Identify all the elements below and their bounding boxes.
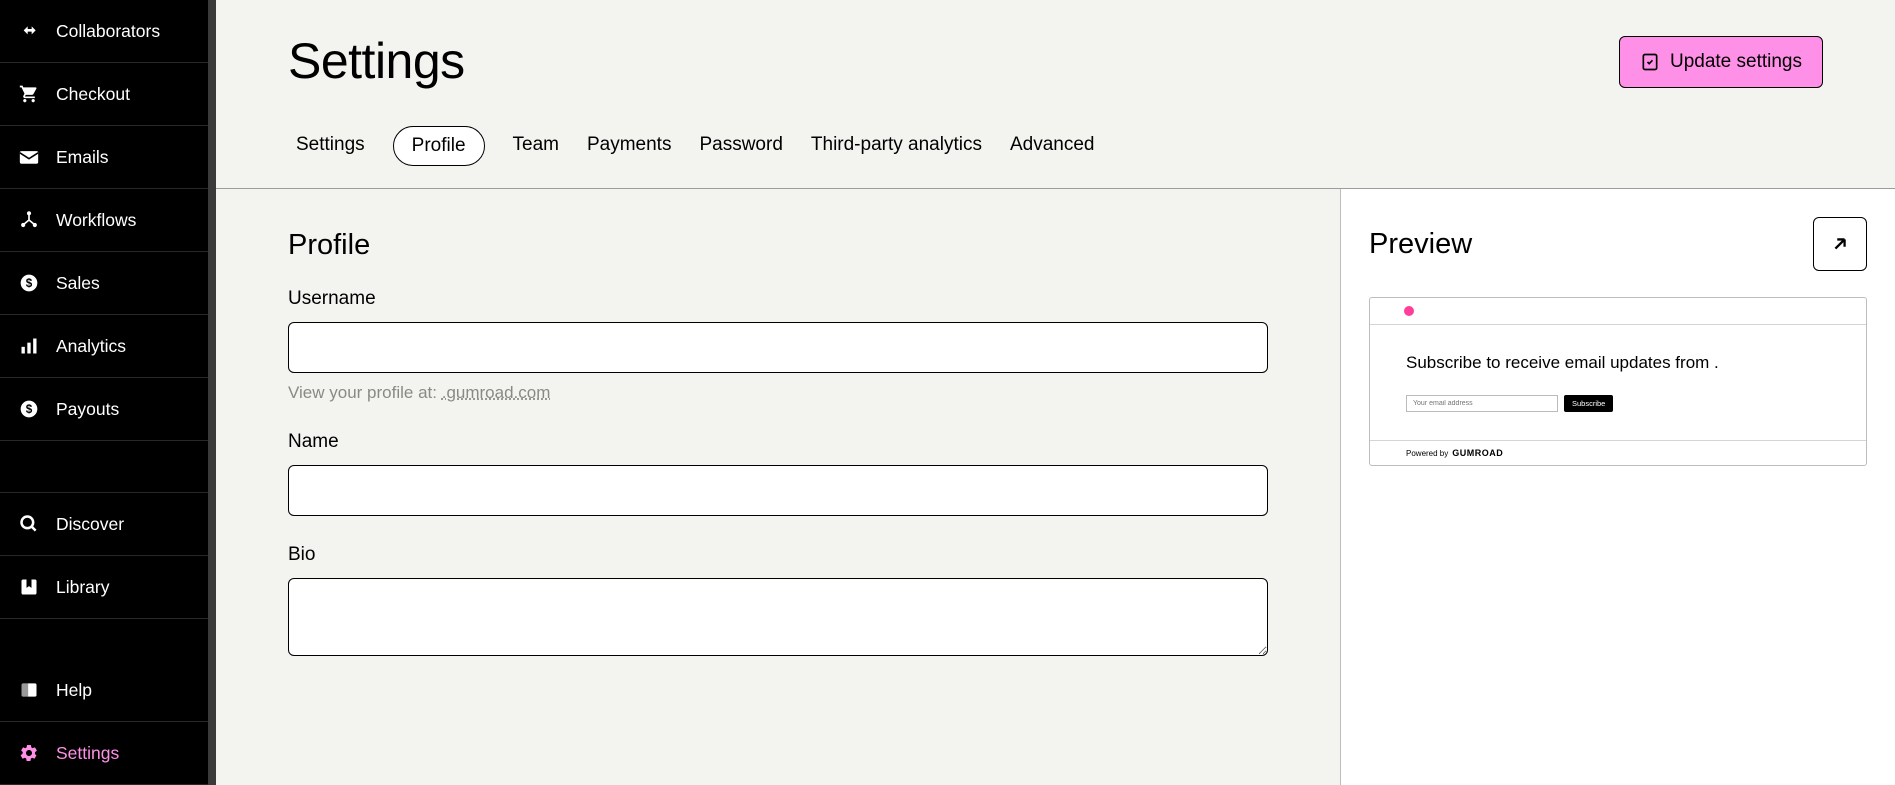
sidebar-item-label: Collaborators: [56, 21, 160, 42]
bio-input[interactable]: [288, 578, 1268, 656]
update-settings-button[interactable]: Update settings: [1619, 36, 1823, 88]
workflow-icon: [18, 209, 40, 231]
bio-label: Bio: [288, 544, 1268, 566]
sidebar-item-label: Settings: [56, 743, 119, 764]
username-helper: View your profile at: .gumroad.com: [288, 383, 1268, 403]
sidebar-item-label: Emails: [56, 147, 109, 168]
sidebar-secondary-nav: Discover Library: [0, 493, 208, 619]
gumroad-logo: GUMROAD: [1452, 448, 1503, 458]
username-field-group: Username View your profile at: .gumroad.…: [288, 288, 1268, 403]
name-input[interactable]: [288, 465, 1268, 516]
tab-password[interactable]: Password: [699, 126, 782, 166]
bio-field-group: Bio: [288, 544, 1268, 661]
helper-prefix: View your profile at:: [288, 383, 442, 402]
sidebar-primary-nav: Collaborators Checkout Emails: [0, 0, 208, 493]
gear-icon: [18, 742, 40, 764]
expand-preview-button[interactable]: [1813, 217, 1867, 271]
sidebar-item-help[interactable]: Help: [0, 659, 208, 722]
update-button-label: Update settings: [1670, 51, 1802, 73]
tab-team[interactable]: Team: [513, 126, 559, 166]
sidebar-item-library[interactable]: Library: [0, 556, 208, 619]
name-label: Name: [288, 431, 1268, 453]
sidebar-item-label: Payouts: [56, 399, 119, 420]
sidebar: Collaborators Checkout Emails: [0, 0, 216, 785]
page-title: Settings: [288, 32, 465, 90]
bookmark-icon: [18, 576, 40, 598]
tab-payments[interactable]: Payments: [587, 126, 671, 166]
expand-icon: [1829, 233, 1851, 255]
sidebar-scrollbar[interactable]: [208, 0, 216, 785]
envelope-icon: [18, 146, 40, 168]
chart-icon: [18, 335, 40, 357]
preview-frame: Subscribe to receive email updates from …: [1369, 297, 1867, 466]
tab-third-party-analytics[interactable]: Third-party analytics: [811, 126, 982, 166]
settings-tabs: Settings Profile Team Payments Password …: [288, 110, 1823, 188]
sidebar-spacer: [0, 441, 208, 493]
subscribe-text: Subscribe to receive email updates from …: [1406, 353, 1830, 373]
svg-text:$: $: [26, 277, 33, 290]
sidebar-item-label: Checkout: [56, 84, 130, 105]
profile-section-title: Profile: [288, 229, 1268, 262]
dollar-icon: $: [18, 272, 40, 294]
cart-icon: [18, 83, 40, 105]
sidebar-item-label: Discover: [56, 514, 124, 535]
sidebar-item-settings[interactable]: Settings: [0, 722, 208, 785]
sidebar-item-checkout[interactable]: Checkout: [0, 63, 208, 126]
sidebar-footer-nav: Help Settings: [0, 659, 208, 785]
profile-form: Profile Username View your profile at: .…: [216, 189, 1341, 785]
sidebar-item-analytics[interactable]: Analytics: [0, 315, 208, 378]
username-input[interactable]: [288, 322, 1268, 373]
sidebar-item-collaborators[interactable]: Collaborators: [0, 0, 208, 63]
sidebar-item-emails[interactable]: Emails: [0, 126, 208, 189]
avatar-icon: [1404, 306, 1414, 316]
tab-advanced[interactable]: Advanced: [1010, 126, 1095, 166]
collaborators-icon: [18, 20, 40, 42]
sidebar-item-workflows[interactable]: Workflows: [0, 189, 208, 252]
dollar-icon: $: [18, 398, 40, 420]
sidebar-item-label: Help: [56, 680, 92, 701]
preview-body: Subscribe to receive email updates from …: [1370, 325, 1866, 441]
preview-panel: Preview Subscribe to receive email updat…: [1341, 189, 1895, 785]
powered-by-label: Powered by: [1406, 449, 1448, 458]
sidebar-item-label: Sales: [56, 273, 100, 294]
preview-title: Preview: [1369, 228, 1472, 261]
preview-topbar: [1370, 298, 1866, 325]
preview-footer: Powered by GUMROAD: [1370, 441, 1866, 465]
sidebar-item-payouts[interactable]: $ Payouts: [0, 378, 208, 441]
sidebar-item-label: Library: [56, 577, 110, 598]
name-field-group: Name: [288, 431, 1268, 516]
username-label: Username: [288, 288, 1268, 310]
sidebar-item-sales[interactable]: $ Sales: [0, 252, 208, 315]
tab-profile[interactable]: Profile: [393, 126, 485, 166]
main-content: Settings Update settings Settings Profil…: [216, 0, 1895, 785]
sidebar-item-label: Analytics: [56, 336, 126, 357]
profile-url-link[interactable]: .gumroad.com: [442, 383, 551, 402]
sidebar-item-label: Workflows: [56, 210, 136, 231]
preview-email-input[interactable]: [1406, 395, 1558, 412]
book-icon: [18, 679, 40, 701]
preview-subscribe-button[interactable]: Subscribe: [1564, 395, 1613, 412]
save-icon: [1640, 52, 1660, 72]
svg-text:$: $: [26, 403, 33, 416]
sidebar-item-discover[interactable]: Discover: [0, 493, 208, 556]
search-icon: [18, 513, 40, 535]
tab-settings[interactable]: Settings: [296, 126, 365, 166]
page-header: Settings Update settings Settings Profil…: [216, 0, 1895, 189]
